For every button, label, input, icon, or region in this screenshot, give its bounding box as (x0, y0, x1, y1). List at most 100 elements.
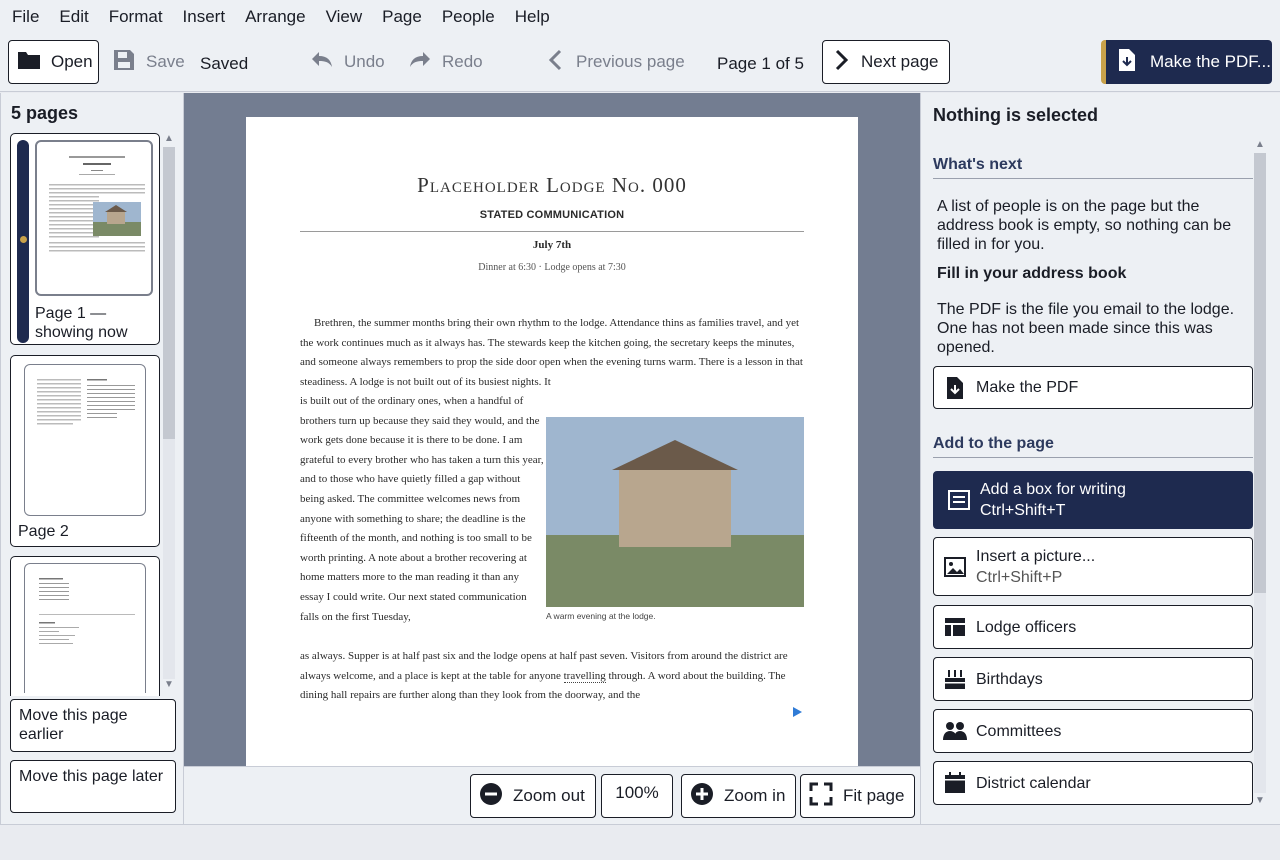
make-pdf-button[interactable]: Make the PDF... (1101, 40, 1272, 84)
pdf-message: The PDF is the file you email to the lod… (937, 301, 1235, 356)
previous-page-label: Previous page (576, 52, 685, 71)
status-bar (0, 824, 1280, 860)
page-thumbnail-2[interactable]: Page 2 (10, 355, 160, 547)
move-page-later-button[interactable]: Move this page later (10, 760, 176, 813)
zoom-out-label: Zoom out (513, 786, 585, 805)
lodge-officers-label: Lodge officers (976, 618, 1077, 636)
letter-paragraph-continued[interactable]: as always. Supper is at half past six an… (300, 647, 804, 706)
pages-scrollbar[interactable]: ▲ ▼ (161, 133, 175, 691)
redo-button[interactable]: Redo (408, 40, 483, 84)
document-canvas[interactable]: Placeholder Lodge No. 000 STATED COMMUNI… (184, 93, 920, 766)
scroll-down-icon[interactable]: ▼ (164, 679, 174, 690)
menu-insert[interactable]: Insert (173, 7, 236, 27)
menu-view[interactable]: View (316, 7, 373, 27)
floppy-icon (112, 48, 146, 77)
district-calendar-button[interactable]: District calendar (933, 761, 1253, 805)
add-text-box-shortcut: Ctrl+Shift+T (980, 502, 1066, 519)
picture-icon (934, 556, 976, 577)
page-thumbnail-3[interactable] (10, 556, 160, 696)
pages-count-title: 5 pages (11, 103, 79, 123)
menu-page[interactable]: Page (372, 7, 432, 27)
next-page-button[interactable]: Next page (822, 40, 950, 84)
menu-edit[interactable]: Edit (49, 7, 98, 27)
selection-title: Nothing is selected (933, 105, 1099, 125)
previous-page-button[interactable]: Previous page (546, 40, 685, 84)
insert-picture-button[interactable]: Insert a picture... Ctrl+Shift+P (933, 537, 1253, 596)
menu-format[interactable]: Format (99, 7, 173, 27)
scroll-thumb[interactable] (1254, 153, 1266, 593)
redo-label: Redo (442, 52, 483, 71)
whats-next-heading: What's next (933, 156, 1253, 179)
address-book-message: A list of people is on the page but the … (937, 198, 1232, 253)
page-1-preview (35, 140, 153, 296)
committees-button[interactable]: Committees (933, 709, 1253, 753)
file-download-icon (934, 376, 976, 400)
file-download-icon (1118, 48, 1150, 77)
make-pdf-label: Make the PDF... (1150, 52, 1271, 71)
menu-help[interactable]: Help (505, 7, 560, 27)
toolbar: Open Save Saved Undo Redo Previous page … (0, 34, 1280, 92)
meeting-date[interactable]: July 7th (246, 239, 858, 251)
menu-arrange[interactable]: Arrange (235, 7, 315, 27)
fit-page-label: Fit page (843, 786, 905, 805)
scroll-thumb[interactable] (163, 147, 175, 439)
undo-label: Undo (344, 52, 385, 71)
title-divider (300, 231, 804, 232)
chevron-right-icon (831, 49, 861, 76)
lodge-officers-button[interactable]: Lodge officers (933, 605, 1253, 649)
zoom-out-button[interactable]: Zoom out (470, 774, 596, 818)
scroll-up-icon[interactable]: ▲ (164, 133, 174, 144)
undo-button[interactable]: Undo (310, 40, 385, 84)
add-text-box-label: Add a box for writing (980, 481, 1126, 498)
document-heading[interactable]: STATED COMMUNICATION (246, 209, 858, 221)
text-box-icon (938, 490, 980, 510)
page-indicator: Page 1 of 5 (717, 54, 804, 73)
committees-label: Committees (976, 722, 1062, 740)
spelling-flagged-word[interactable]: travelling (563, 669, 606, 683)
side-panel-scrollbar[interactable]: ▲ ▼ (1253, 139, 1267, 809)
open-button[interactable]: Open (8, 40, 99, 84)
scroll-down-icon[interactable]: ▼ (1255, 795, 1265, 806)
lodge-name[interactable]: Placeholder Lodge No. 000 (246, 173, 858, 198)
calendar-icon (934, 772, 976, 794)
fit-corners-icon (809, 782, 843, 811)
make-pdf-panel-button[interactable]: Make the PDF (933, 366, 1253, 409)
page-2-preview (24, 364, 146, 516)
undo-icon (310, 50, 344, 75)
fill-address-book-link[interactable]: Fill in your address book (937, 265, 1126, 283)
move-page-earlier-button[interactable]: Move this page earlier (10, 699, 176, 752)
insert-picture-shortcut: Ctrl+Shift+P (976, 568, 1063, 586)
meeting-times[interactable]: Dinner at 6:30 · Lodge opens at 7:30 (246, 262, 858, 273)
next-page-label: Next page (861, 52, 939, 71)
plus-circle-icon (690, 782, 724, 811)
scroll-up-icon[interactable]: ▲ (1255, 139, 1265, 150)
save-button[interactable]: Save (112, 40, 185, 84)
fit-page-button[interactable]: Fit page (800, 774, 916, 818)
zoom-in-button[interactable]: Zoom in (681, 774, 797, 818)
zoom-in-label: Zoom in (724, 786, 786, 805)
minus-circle-icon (479, 782, 513, 811)
people-icon (934, 721, 976, 741)
table-icon (934, 617, 976, 637)
birthdays-button[interactable]: Birthdays (933, 657, 1253, 701)
pages-panel: 5 pages Page 1 — showing now Page 2 ▲ ▼ … (0, 93, 184, 824)
birthdays-label: Birthdays (976, 670, 1043, 688)
document-page[interactable]: Placeholder Lodge No. 000 STATED COMMUNI… (246, 117, 858, 766)
add-to-page-heading: Add to the page (933, 435, 1253, 458)
letter-paragraph-wrapped[interactable]: is built out of the ordinary ones, when … (300, 392, 544, 627)
menu-people[interactable]: People (432, 7, 505, 27)
lodge-picture[interactable] (546, 417, 804, 607)
page-thumbnail-1[interactable]: Page 1 — showing now (10, 133, 160, 345)
add-text-box-button[interactable]: Add a box for writing Ctrl+Shift+T (933, 471, 1253, 529)
chevron-left-icon (546, 49, 576, 76)
picture-caption[interactable]: A warm evening at the lodge. (546, 611, 656, 621)
letter-paragraph-intro[interactable]: Brethren, the summer months bring their … (300, 314, 804, 392)
text-overflow-arrow-icon[interactable] (793, 707, 802, 717)
page-3-preview (24, 563, 146, 693)
district-calendar-label: District calendar (976, 774, 1091, 792)
zoom-level[interactable]: 100% (601, 774, 673, 818)
saved-status: Saved (200, 54, 249, 73)
menu-file[interactable]: File (2, 7, 49, 27)
page-2-label: Page 2 (18, 523, 69, 540)
save-label: Save (146, 52, 185, 71)
